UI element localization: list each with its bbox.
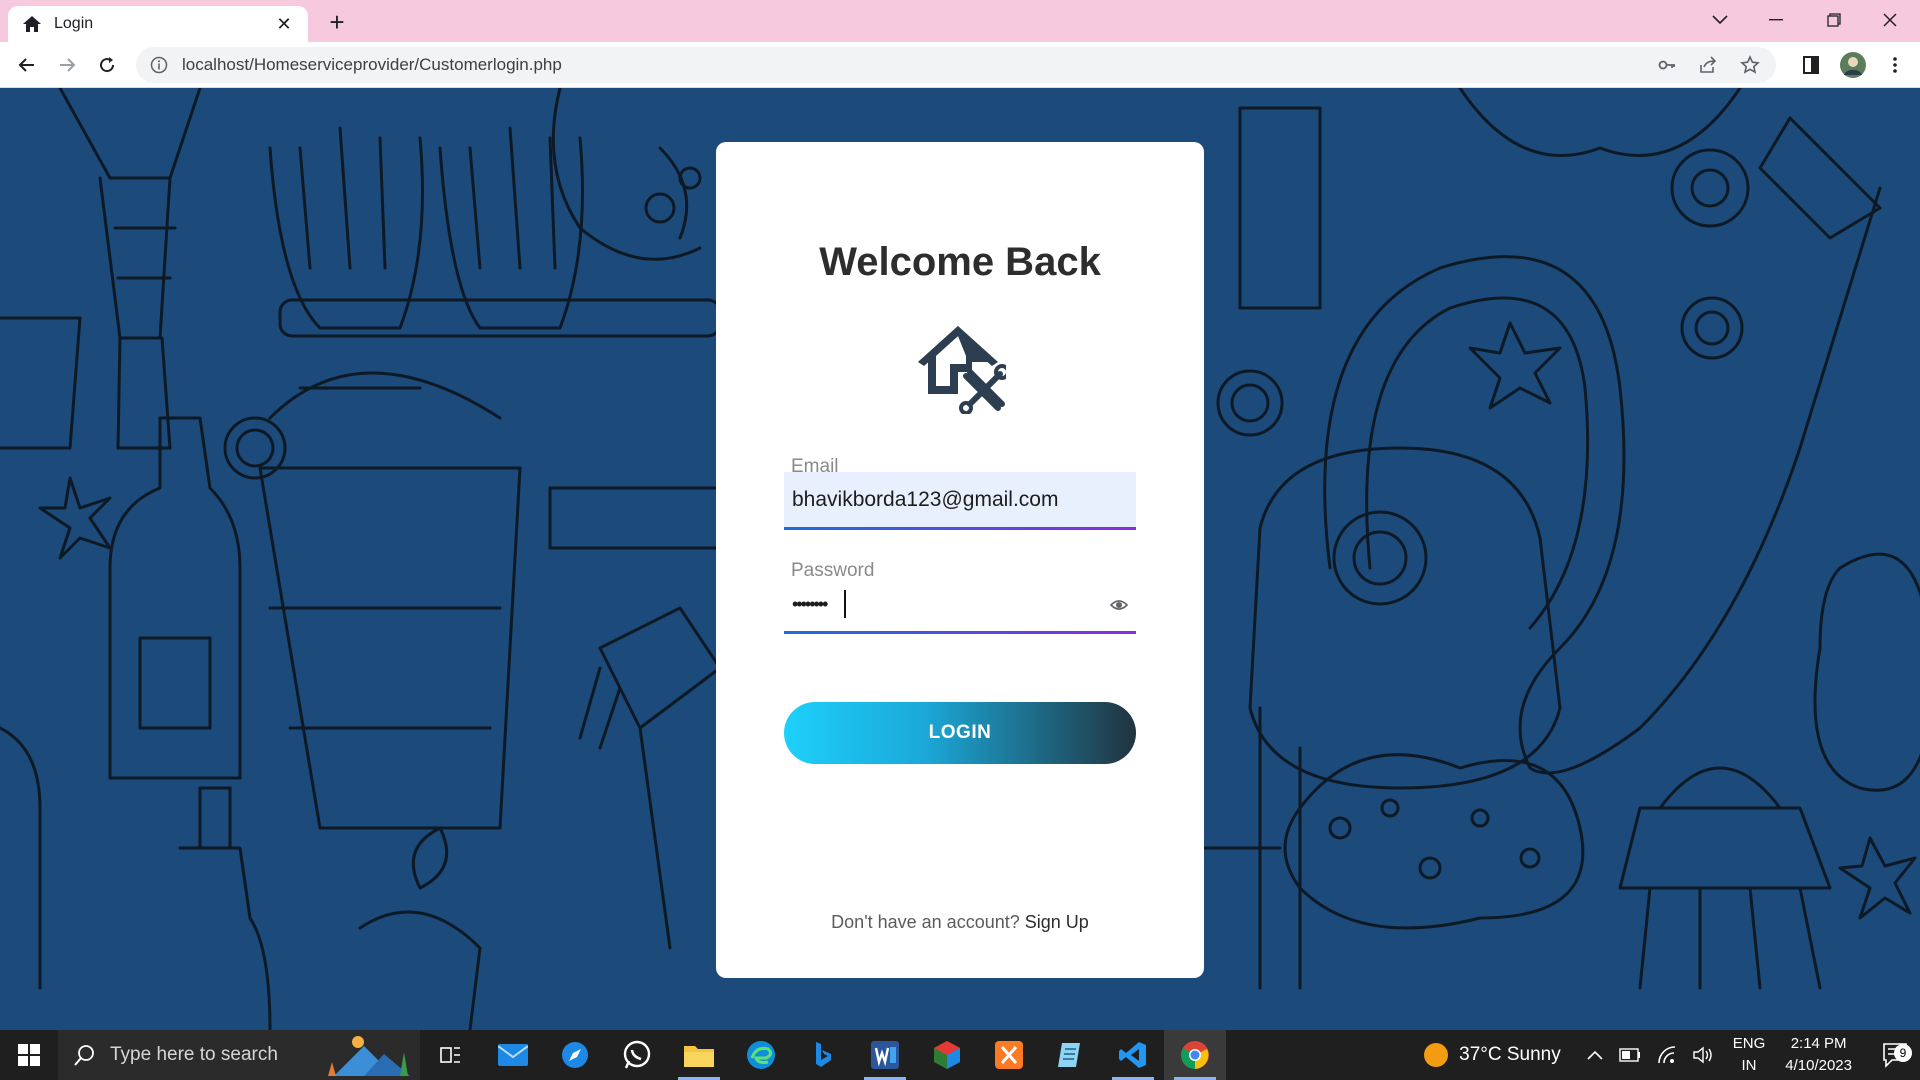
clock-time: 2:14 PM [1790, 1035, 1847, 1052]
task-view-icon[interactable] [420, 1030, 482, 1080]
password-field[interactable]: •••••••• [784, 576, 1136, 634]
xampp-app-icon[interactable] [978, 1030, 1040, 1080]
url-text: localhost/Homeserviceprovider/Customerlo… [182, 55, 562, 74]
windows-taskbar: Type here to search 37°C Sunny ENG IN 2:… [0, 1030, 1920, 1080]
chrome-app-icon[interactable] [1164, 1030, 1226, 1080]
signup-prompt-text: Don't have an account? [831, 912, 1020, 932]
minimize-icon[interactable] [1748, 0, 1804, 40]
windows-start-icon[interactable] [0, 1030, 58, 1080]
email-field[interactable]: bhavikborda123@gmail.com [784, 472, 1136, 530]
vscode-app-icon[interactable] [1102, 1030, 1164, 1080]
home-icon [23, 16, 41, 32]
whatsapp-app-icon[interactable] [606, 1030, 668, 1080]
chevron-up-icon[interactable] [1587, 1050, 1603, 1060]
site-info-icon[interactable] [150, 56, 168, 74]
tab-title: Login [54, 15, 94, 32]
system-clock[interactable]: 2:14 PM 4/10/2023 [1785, 1033, 1852, 1077]
weather-text: 37°C Sunny [1459, 1044, 1561, 1065]
safari-compass-app-icon[interactable] [544, 1030, 606, 1080]
login-button[interactable]: LOGIN [784, 702, 1136, 764]
key-icon[interactable] [1658, 56, 1676, 74]
bookmark-star-icon[interactable] [1740, 55, 1760, 75]
language-indicator[interactable]: ENG IN [1733, 1033, 1766, 1077]
password-value: •••••••• [792, 594, 828, 614]
reload-icon[interactable] [92, 50, 122, 80]
language-code: ENG [1732, 1035, 1766, 1052]
mail-app-icon[interactable] [482, 1030, 544, 1080]
volume-icon[interactable] [1693, 1046, 1715, 1064]
wifi-icon[interactable] [1657, 1046, 1677, 1064]
3d-cube-app-icon[interactable] [916, 1030, 978, 1080]
notification-badge: 9 [1894, 1044, 1912, 1062]
tray-icons [1587, 1046, 1715, 1064]
forward-arrow-icon[interactable] [52, 50, 82, 80]
address-bar[interactable]: localhost/Homeserviceprovider/Customerlo… [136, 47, 1776, 83]
restore-icon[interactable] [1806, 0, 1862, 40]
word-app-icon[interactable] [854, 1030, 916, 1080]
close-tab-icon[interactable]: ✕ [274, 14, 294, 35]
region-code: IN [1741, 1057, 1757, 1074]
tab-strip: Login ✕ + [0, 0, 1920, 42]
back-arrow-icon[interactable] [12, 50, 42, 80]
notepad-app-icon[interactable] [1040, 1030, 1102, 1080]
clock-date: 4/10/2023 [1785, 1057, 1852, 1074]
notification-center-icon[interactable]: 9 [1872, 1042, 1920, 1068]
profile-avatar[interactable] [1838, 50, 1868, 80]
battery-icon[interactable] [1619, 1048, 1641, 1062]
sun-icon [1424, 1043, 1449, 1067]
browser-toolbar: localhost/Homeserviceprovider/Customerlo… [0, 42, 1920, 88]
taskbar-search-box[interactable]: Type here to search [58, 1030, 420, 1080]
home-repair-icon [918, 326, 1006, 414]
close-window-icon[interactable] [1862, 0, 1918, 40]
edge-browser-app-icon[interactable] [730, 1030, 792, 1080]
signup-link[interactable]: Sign Up [1025, 912, 1089, 932]
page-title: Welcome Back [819, 240, 1101, 284]
file-explorer-app-icon[interactable] [668, 1030, 730, 1080]
email-value: bhavikborda123@gmail.com [792, 488, 1059, 511]
weather-widget[interactable]: 37°C Sunny [1423, 1042, 1561, 1068]
show-password-eye-icon[interactable] [1110, 598, 1128, 612]
text-cursor [844, 590, 846, 618]
menu-kebab-icon[interactable] [1880, 50, 1910, 80]
login-card: Welcome Back Email bhavikborda123@gmail.… [716, 142, 1204, 978]
signup-prompt: Don't have an account? Sign Up [716, 912, 1204, 933]
side-panel-icon[interactable] [1796, 50, 1826, 80]
tab-search-icon[interactable] [1692, 0, 1748, 40]
share-icon[interactable] [1698, 55, 1718, 75]
page-background: Welcome Back Email bhavikborda123@gmail.… [0, 88, 1920, 1030]
new-tab-button[interactable]: + [322, 8, 352, 38]
system-tray: 37°C Sunny ENG IN 2:14 PM 4/10/2023 9 [1423, 1030, 1920, 1080]
search-highlight-illustration-icon [328, 1036, 410, 1076]
tab-login[interactable]: Login ✕ [8, 6, 308, 42]
bing-app-icon[interactable] [792, 1030, 854, 1080]
search-placeholder: Type here to search [110, 1044, 278, 1065]
search-icon [74, 1045, 94, 1066]
